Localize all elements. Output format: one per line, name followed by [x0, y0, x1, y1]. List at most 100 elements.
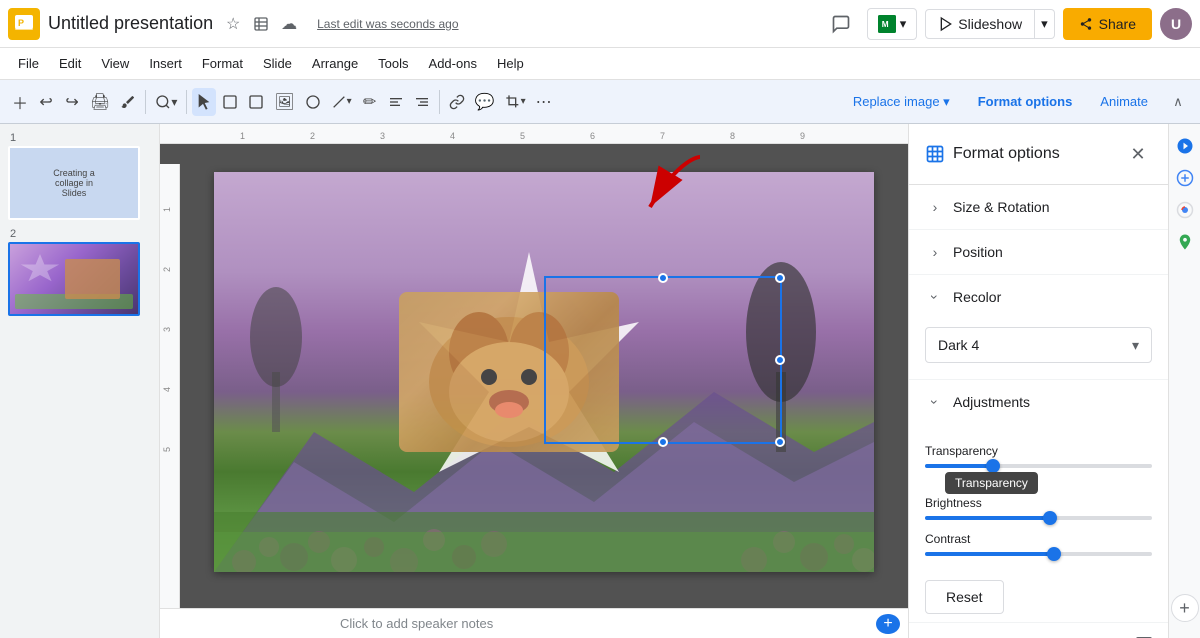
toolbar-separator-3 — [439, 90, 440, 114]
recolor-title: Recolor — [953, 289, 1001, 305]
drive-icon[interactable] — [249, 12, 273, 36]
redo-btn[interactable]: ↪ — [60, 88, 84, 116]
adjustments-section: › Adjustments Transparency Transparency — [909, 380, 1168, 623]
recolor-dropdown[interactable]: Dark 4 ▾ — [925, 327, 1152, 363]
brightness-slider[interactable] — [925, 516, 1152, 520]
print-btn[interactable]: 🖨 — [86, 88, 114, 116]
cursor-tool[interactable] — [192, 88, 216, 116]
circle-tool[interactable] — [301, 88, 325, 116]
slideshow-button[interactable]: Slideshow — [925, 9, 1035, 39]
slide-thumb-1[interactable]: 1 Creating acollage inSlides — [8, 132, 151, 220]
position-chevron: › — [925, 242, 945, 262]
line-tool[interactable]: ▾ — [327, 88, 356, 116]
transparency-thumb[interactable] — [986, 459, 1000, 473]
align-right-tool[interactable] — [410, 88, 434, 116]
contrast-thumb[interactable] — [1047, 547, 1061, 561]
menu-view[interactable]: View — [91, 52, 139, 75]
menu-addons[interactable]: Add-ons — [419, 52, 487, 75]
select-tool[interactable] — [218, 88, 242, 116]
menu-slide[interactable]: Slide — [253, 52, 302, 75]
meet-icon-label: ▾ — [900, 16, 907, 32]
menu-tools[interactable]: Tools — [368, 52, 418, 75]
position-header[interactable]: › Position — [909, 230, 1168, 274]
speaker-notes[interactable]: Click to add speaker notes — [340, 616, 493, 631]
brightness-thumb[interactable] — [1043, 511, 1057, 525]
slideshow-dropdown[interactable]: ▾ — [1035, 9, 1055, 39]
right-sidebar: + — [1168, 124, 1200, 638]
sidebar-google-icon[interactable] — [1171, 164, 1199, 192]
sidebar-maps-icon[interactable] — [1171, 228, 1199, 256]
document-title[interactable]: Untitled presentation — [48, 13, 213, 34]
last-edit-status[interactable]: Last edit was seconds ago — [317, 17, 458, 31]
adjustments-content: Transparency Transparency Brightness — [909, 424, 1168, 572]
menu-insert[interactable]: Insert — [139, 52, 192, 75]
user-avatar[interactable]: U — [1160, 8, 1192, 40]
link-tool[interactable] — [445, 88, 469, 116]
menu-file[interactable]: File — [8, 52, 49, 75]
image-tool[interactable]: 🖼 — [270, 88, 298, 116]
menu-arrange[interactable]: Arrange — [302, 52, 368, 75]
toolbar-collapse-btn[interactable]: ∧ — [1164, 88, 1192, 116]
recolor-content: Dark 4 ▾ — [909, 319, 1168, 379]
size-rotation-chevron: › — [925, 197, 945, 217]
adjustments-header[interactable]: › Adjustments — [909, 380, 1168, 424]
comment-tool[interactable]: 💬 — [471, 88, 499, 116]
toolbar-actions: Replace image ▾ Format options Animate ∧ — [841, 88, 1192, 116]
share-label: Share — [1099, 16, 1136, 32]
adjustments-title: Adjustments — [953, 394, 1030, 410]
paint-format-btn[interactable] — [116, 88, 140, 116]
zoom-selector[interactable]: ▾ — [151, 88, 181, 116]
drop-shadow-header[interactable]: › Drop shadow — [909, 623, 1168, 638]
replace-image-btn[interactable]: Replace image ▾ — [841, 89, 962, 115]
main-layout: 1 Creating acollage inSlides 2 — [0, 124, 1200, 638]
menu-edit[interactable]: Edit — [49, 52, 91, 75]
google-meet-button[interactable]: M ▾ — [867, 8, 918, 40]
slide-canvas[interactable] — [214, 172, 874, 572]
svg-text:4: 4 — [450, 131, 455, 141]
svg-text:1: 1 — [240, 131, 245, 141]
transparency-slider[interactable] — [925, 464, 1152, 468]
menu-format[interactable]: Format — [192, 52, 253, 75]
slide-image-1[interactable]: Creating acollage inSlides — [8, 146, 140, 220]
svg-text:P: P — [18, 18, 24, 28]
cloud-icon[interactable]: ☁ — [277, 12, 301, 36]
panel-title: Format options — [953, 145, 1116, 163]
recolor-value: Dark 4 — [938, 337, 979, 353]
toolbar-separator-2 — [186, 90, 187, 114]
menu-help[interactable]: Help — [487, 52, 534, 75]
more-tool[interactable]: ⋯ — [532, 88, 556, 116]
contrast-slider[interactable] — [925, 552, 1152, 556]
add-slide-toolbar-btn[interactable]: ＋ — [8, 88, 32, 116]
animate-btn[interactable]: Animate — [1088, 89, 1160, 114]
toolbar: ＋ ↩ ↪ 🖨 ▾ 🖼 ▾ ✏ 💬 ▾ ⋯ R — [0, 80, 1200, 124]
comments-icon[interactable] — [823, 6, 859, 42]
recolor-section: › Recolor Dark 4 ▾ — [909, 275, 1168, 380]
star-icon[interactable]: ☆ — [221, 12, 245, 36]
svg-text:2: 2 — [310, 131, 315, 141]
reset-button[interactable]: Reset — [925, 580, 1004, 614]
svg-text:5: 5 — [520, 131, 525, 141]
top-right-actions: M ▾ Slideshow ▾ Share U — [823, 6, 1192, 42]
align-left-tool[interactable] — [384, 88, 408, 116]
slide-text-1: Creating acollage inSlides — [49, 164, 99, 202]
pen-tool[interactable]: ✏ — [358, 88, 382, 116]
size-rotation-header[interactable]: › Size & Rotation — [909, 185, 1168, 229]
slide-thumb-2[interactable]: 2 — [8, 228, 151, 316]
add-notes-btn[interactable]: + — [876, 614, 900, 634]
app-logo: P — [8, 8, 40, 40]
brightness-slider-row — [925, 516, 1152, 520]
sidebar-chrome-icon[interactable] — [1171, 196, 1199, 224]
crop-tool[interactable]: ▾ — [501, 88, 530, 116]
sidebar-add-btn[interactable]: + — [1171, 594, 1199, 622]
top-bar: P Untitled presentation ☆ ☁ Last edit wa… — [0, 0, 1200, 48]
shape-tool[interactable] — [244, 88, 268, 116]
share-button[interactable]: Share — [1063, 8, 1152, 40]
sidebar-explore-icon[interactable] — [1171, 132, 1199, 160]
adjustments-chevron: › — [925, 392, 945, 412]
panel-close-btn[interactable]: ✕ — [1124, 140, 1152, 168]
slide-image-2[interactable] — [8, 242, 140, 316]
recolor-header[interactable]: › Recolor — [909, 275, 1168, 319]
format-options-btn[interactable]: Format options — [966, 89, 1085, 114]
undo-btn[interactable]: ↩ — [34, 88, 58, 116]
position-title: Position — [953, 244, 1003, 260]
